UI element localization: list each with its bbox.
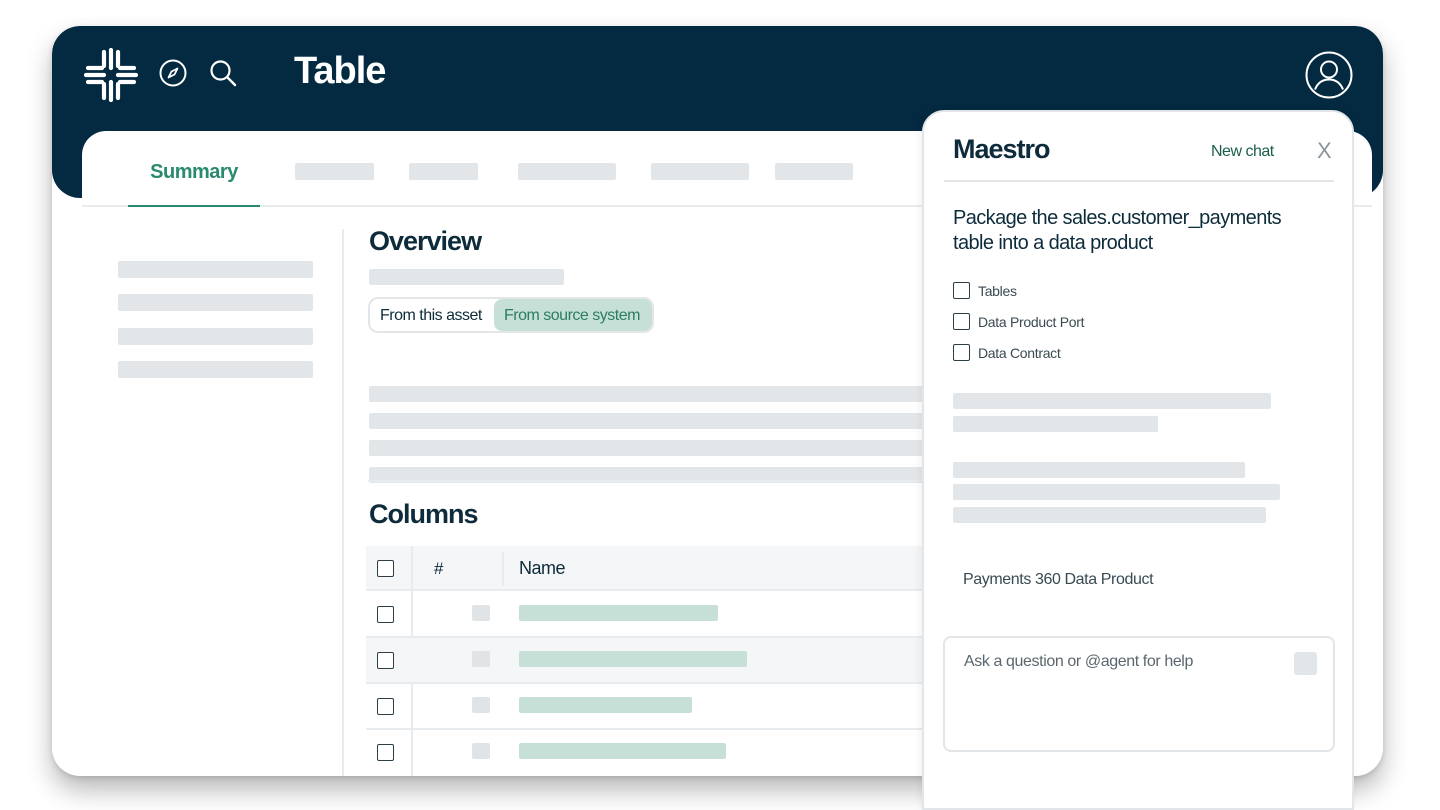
column-name-placeholder[interactable] [519, 697, 692, 713]
row-checkbox[interactable] [377, 698, 394, 715]
row-checkbox[interactable] [377, 606, 394, 623]
send-button[interactable] [1294, 652, 1317, 675]
table-row[interactable] [366, 592, 946, 638]
sidebar-placeholder [118, 261, 313, 278]
sidebar-placeholder [118, 294, 313, 311]
response-placeholder [953, 393, 1271, 409]
close-button[interactable]: X [1317, 138, 1332, 164]
segment-from-this-asset[interactable]: From this asset [370, 299, 494, 331]
panel-divider [944, 180, 1334, 182]
column-header-name[interactable]: Name [519, 558, 566, 579]
sidebar-placeholder [118, 328, 313, 345]
row-number-placeholder [472, 651, 490, 667]
column-name-placeholder[interactable] [519, 605, 718, 621]
description-placeholder [369, 386, 939, 402]
source-segmented-control: From this asset From source system [368, 297, 654, 333]
maestro-title: Maestro [953, 134, 1051, 164]
row-number-placeholder [472, 605, 490, 621]
new-chat-button[interactable]: New chat [1211, 143, 1274, 161]
response-placeholder [953, 462, 1245, 478]
overview-subtitle-placeholder [369, 269, 564, 285]
response-placeholder [953, 416, 1158, 432]
checkbox[interactable] [953, 313, 970, 330]
checkbox[interactable] [953, 344, 970, 361]
description-placeholder [369, 440, 939, 456]
row-checkbox[interactable] [377, 652, 394, 669]
response-placeholder [953, 507, 1266, 523]
chat-input-placeholder[interactable]: Ask a question or @agent for help [964, 653, 1193, 671]
user-avatar-icon[interactable] [1305, 51, 1353, 99]
row-number-placeholder [472, 697, 490, 713]
column-header-hash[interactable]: # [434, 559, 443, 579]
response-placeholder [953, 484, 1280, 500]
data-product-name[interactable]: Payments 360 Data Product [963, 571, 1154, 589]
column-separator [502, 552, 504, 586]
row-number-placeholder [472, 743, 490, 759]
user-prompt-message: Package the sales.customer_payments tabl… [953, 207, 1282, 254]
table-header: # Name [366, 546, 946, 591]
tab-placeholder[interactable] [409, 163, 478, 180]
checklist-label: Tables [978, 283, 1017, 299]
description-placeholder [369, 413, 939, 429]
table-row[interactable] [366, 638, 946, 684]
maestro-chat-panel: Maestro New chat X Package the sales.cus… [922, 110, 1354, 810]
column-name-placeholder[interactable] [519, 651, 747, 667]
sidebar-divider [342, 229, 344, 776]
checklist-label: Data Contract [978, 345, 1061, 361]
select-all-checkbox[interactable] [377, 560, 394, 577]
checklist-label: Data Product Port [978, 314, 1085, 330]
table-row[interactable] [366, 730, 946, 776]
section-divider [368, 480, 938, 482]
overview-heading: Overview [369, 226, 482, 256]
tab-placeholder[interactable] [775, 163, 853, 180]
table-row[interactable] [366, 684, 946, 730]
tab-placeholder[interactable] [518, 163, 616, 180]
compass-icon[interactable] [158, 58, 188, 88]
columns-heading: Columns [369, 499, 479, 529]
column-name-placeholder[interactable] [519, 743, 726, 759]
snowflake-icon[interactable] [84, 48, 138, 102]
checkbox[interactable] [953, 282, 970, 299]
tab-summary[interactable]: Summary [128, 149, 260, 207]
tab-placeholder[interactable] [295, 163, 374, 180]
segment-from-source-system[interactable]: From source system [494, 299, 652, 331]
search-icon[interactable] [208, 58, 238, 88]
chat-input[interactable]: Ask a question or @agent for help [943, 636, 1335, 752]
tab-placeholder[interactable] [651, 163, 749, 180]
row-checkbox[interactable] [377, 744, 394, 761]
page-title: Table [294, 50, 386, 92]
sidebar-placeholder [118, 361, 313, 378]
